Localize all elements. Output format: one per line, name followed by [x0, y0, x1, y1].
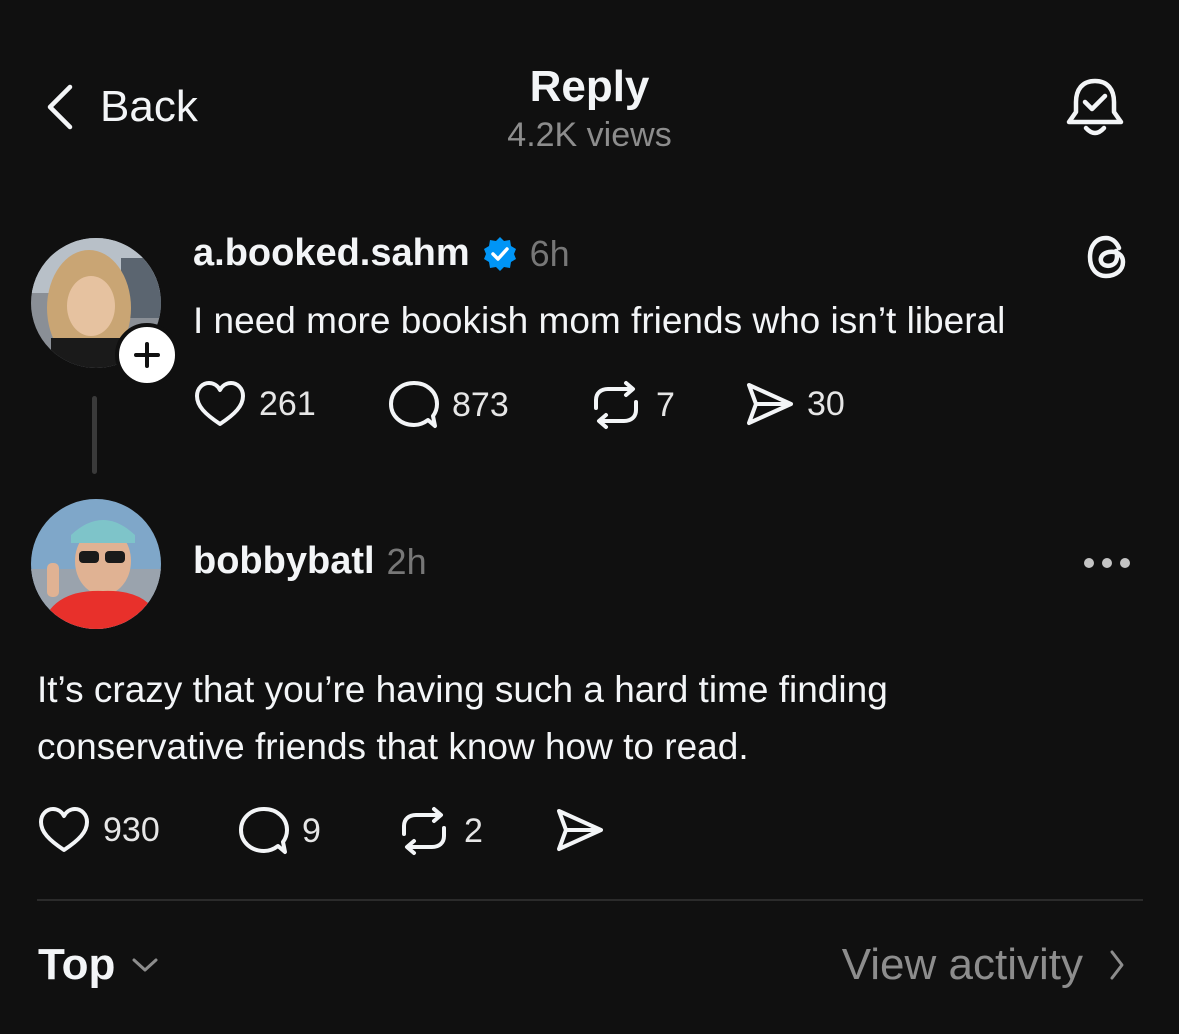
username[interactable]: a.booked.sahm — [193, 232, 470, 275]
post-header: a.booked.sahm 6h — [193, 232, 570, 275]
more-options-button[interactable] — [1083, 556, 1131, 570]
timestamp: 2h — [386, 540, 427, 582]
heart-icon — [37, 806, 91, 854]
comment-button[interactable]: 873 — [388, 380, 509, 430]
header: Reply 4.2K views — [0, 62, 1179, 156]
repost-button[interactable]: 2 — [396, 806, 483, 856]
sort-label: Top — [38, 940, 116, 989]
reply-header: bobbybatl 2h — [193, 540, 427, 583]
verified-badge-icon — [482, 236, 518, 272]
like-button[interactable]: 930 — [37, 806, 160, 854]
comment-count: 9 — [302, 811, 321, 850]
view-count: 4.2K views — [507, 116, 672, 154]
view-activity-label: View activity — [841, 940, 1083, 989]
view-activity-link[interactable]: View activity — [842, 940, 1125, 990]
share-count: 30 — [807, 384, 845, 423]
comment-icon — [388, 380, 440, 430]
repost-count: 2 — [464, 811, 483, 850]
bell-check-icon — [1064, 76, 1126, 140]
notification-bell-button[interactable] — [1064, 76, 1126, 140]
username[interactable]: bobbybatl — [193, 540, 375, 583]
repost-count: 7 — [656, 385, 675, 424]
reply-text-line: It’s crazy that you’re having such a har… — [37, 669, 888, 710]
avatar[interactable] — [31, 499, 161, 629]
threads-logo-button[interactable] — [1085, 234, 1129, 280]
repost-button[interactable]: 7 — [588, 380, 675, 430]
like-button[interactable]: 261 — [193, 380, 316, 428]
repost-icon — [588, 380, 644, 430]
timestamp: 6h — [529, 232, 570, 274]
repost-icon — [396, 806, 452, 856]
page-title: Reply — [529, 62, 650, 111]
chevron-right-icon — [1109, 949, 1125, 981]
share-button[interactable]: 30 — [745, 380, 845, 428]
post-text: I need more bookish mom friends who isn’… — [193, 300, 1006, 341]
threads-logo-icon — [1085, 234, 1129, 280]
comment-button[interactable]: 9 — [238, 806, 321, 856]
sort-dropdown[interactable]: Top — [38, 940, 159, 990]
heart-icon — [193, 380, 247, 428]
thread-line — [92, 396, 97, 474]
divider — [37, 899, 1143, 901]
comment-count: 873 — [452, 385, 509, 424]
chevron-down-icon — [131, 957, 159, 973]
reply-text-line: conservative friends that know how to re… — [37, 726, 749, 767]
comment-icon — [238, 806, 290, 856]
share-icon — [745, 380, 795, 428]
share-button[interactable] — [555, 806, 605, 854]
reply-text: It’s crazy that you’re having such a har… — [37, 661, 888, 775]
more-icon — [1083, 556, 1131, 570]
like-count: 930 — [103, 810, 160, 849]
share-icon — [555, 806, 605, 854]
plus-icon — [134, 342, 160, 368]
like-count: 261 — [259, 384, 316, 423]
follow-button[interactable] — [115, 323, 179, 387]
